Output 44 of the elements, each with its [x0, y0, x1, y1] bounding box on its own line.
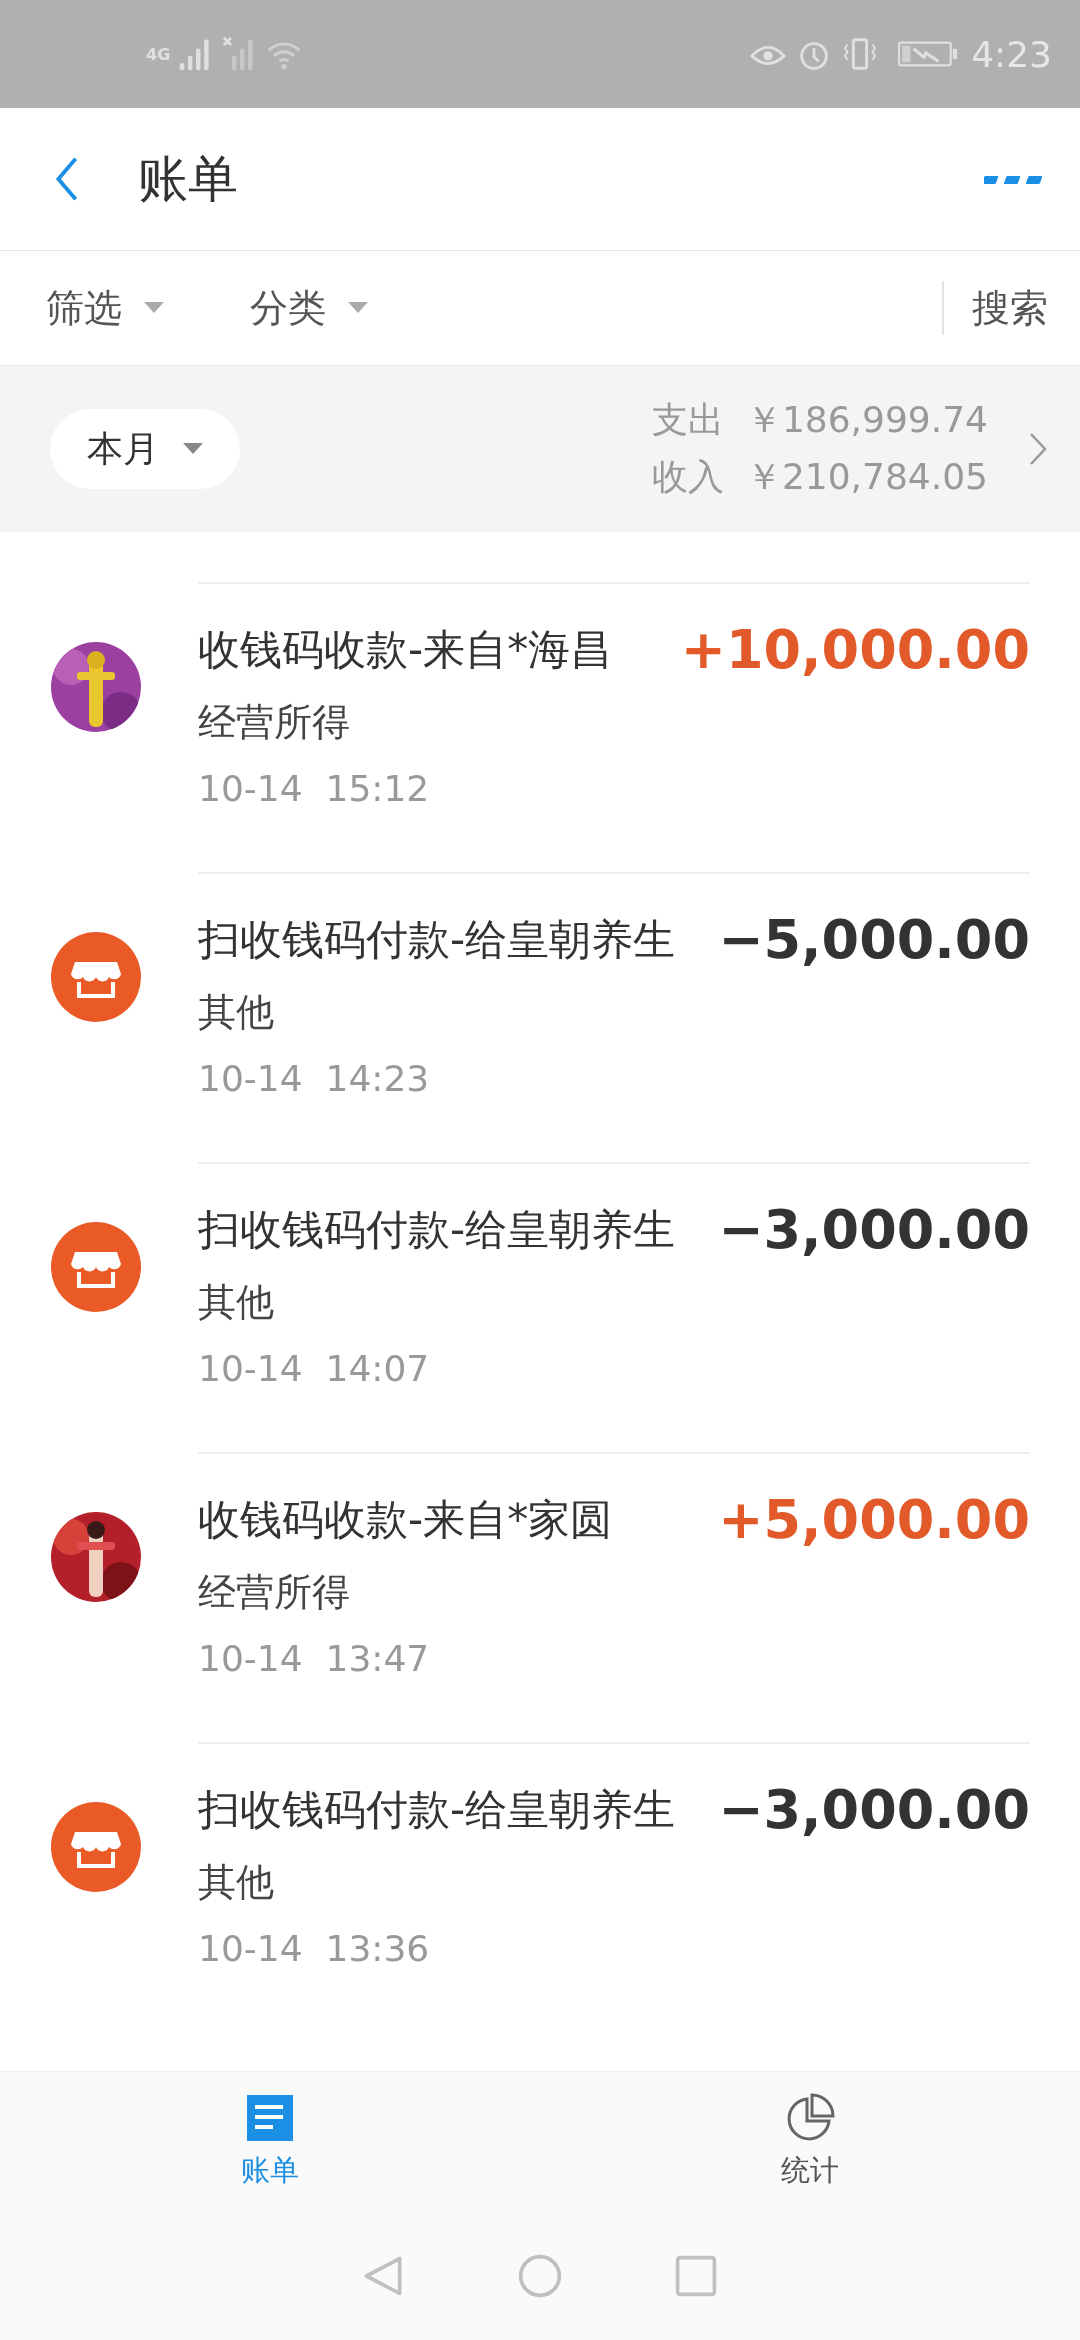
transaction-title: 收钱码收款-来自*海昌 — [198, 623, 613, 676]
transaction-amount: −5,000.00 — [718, 908, 1030, 971]
expense-label: 支出 — [651, 398, 724, 442]
income-label: 收入 — [651, 455, 724, 499]
transaction-time: 10-14 13:36 — [198, 1928, 431, 1969]
month-label: 本月 — [87, 426, 159, 471]
transaction-row[interactable]: 收钱码收款-来自*海昌 +10,000.00 经营所得 10-14 15:12 — [0, 582, 1080, 872]
pie-chart-icon — [785, 2093, 835, 2143]
transaction-amount: +10,000.00 — [680, 618, 1030, 681]
filter-dropdown[interactable]: 筛选 — [46, 282, 122, 334]
caret-icon[interactable] — [144, 302, 164, 314]
transaction-row[interactable]: 扫收钱码付款-给皇朝养生 −5,000.00 其他 10-14 14:23 — [0, 872, 1080, 1162]
transaction-row[interactable]: 扫收钱码付款-给皇朝养生 −3,000.00 其他 10-14 14:07 — [0, 1162, 1080, 1452]
income-total: ￥210,784.05 — [745, 455, 988, 499]
transaction-category: 其他 — [198, 1859, 275, 1906]
caret-icon[interactable] — [348, 302, 368, 314]
filter-dropdown[interactable]: 分类 — [250, 282, 326, 334]
transaction-amount: +5,000.00 — [718, 1488, 1030, 1551]
transaction-category: 经营所得 — [198, 699, 351, 746]
search-button[interactable]: 搜索 — [972, 282, 1048, 334]
transaction-amount: −3,000.00 — [718, 1778, 1030, 1841]
transaction-title: 收钱码收款-来自*家圆 — [198, 1493, 613, 1546]
chevron-right-icon[interactable] — [1028, 431, 1048, 467]
transaction-category: 经营所得 — [198, 1569, 351, 1616]
transaction-title: 扫收钱码付款-给皇朝养生 — [198, 1203, 676, 1256]
transaction-title: 扫收钱码付款-给皇朝养生 — [198, 913, 676, 966]
transaction-time: 10-14 14:07 — [198, 1348, 431, 1389]
transaction-time: 10-14 13:47 — [198, 1638, 431, 1679]
transaction-row[interactable]: 扫收钱码付款-给皇朝养生 −3,000.00 其他 10-14 13:36 — [0, 1742, 1080, 2032]
transaction-title: 扫收钱码付款-给皇朝养生 — [198, 1783, 676, 1836]
recents-icon[interactable] — [673, 2253, 719, 2299]
transaction-category: 其他 — [198, 989, 275, 1036]
transaction-time: 10-14 15:12 — [198, 768, 431, 809]
transaction-amount: −3,000.00 — [718, 1198, 1030, 1261]
tab[interactable]: 统计 — [540, 2072, 1080, 2212]
page-title: 账单 — [138, 148, 238, 210]
list-icon — [245, 2093, 295, 2143]
expense-total: ￥186,999.74 — [745, 398, 988, 442]
transaction-row[interactable]: 收钱码收款-来自*家圆 +5,000.00 经营所得 10-14 13:47 — [0, 1452, 1080, 1742]
month-dropdown[interactable]: 本月 — [50, 409, 240, 489]
home-icon[interactable] — [517, 2253, 563, 2299]
transaction-time: 10-14 14:23 — [198, 1058, 431, 1099]
transaction-category: 其他 — [198, 1279, 275, 1326]
caret-icon — [183, 443, 203, 455]
